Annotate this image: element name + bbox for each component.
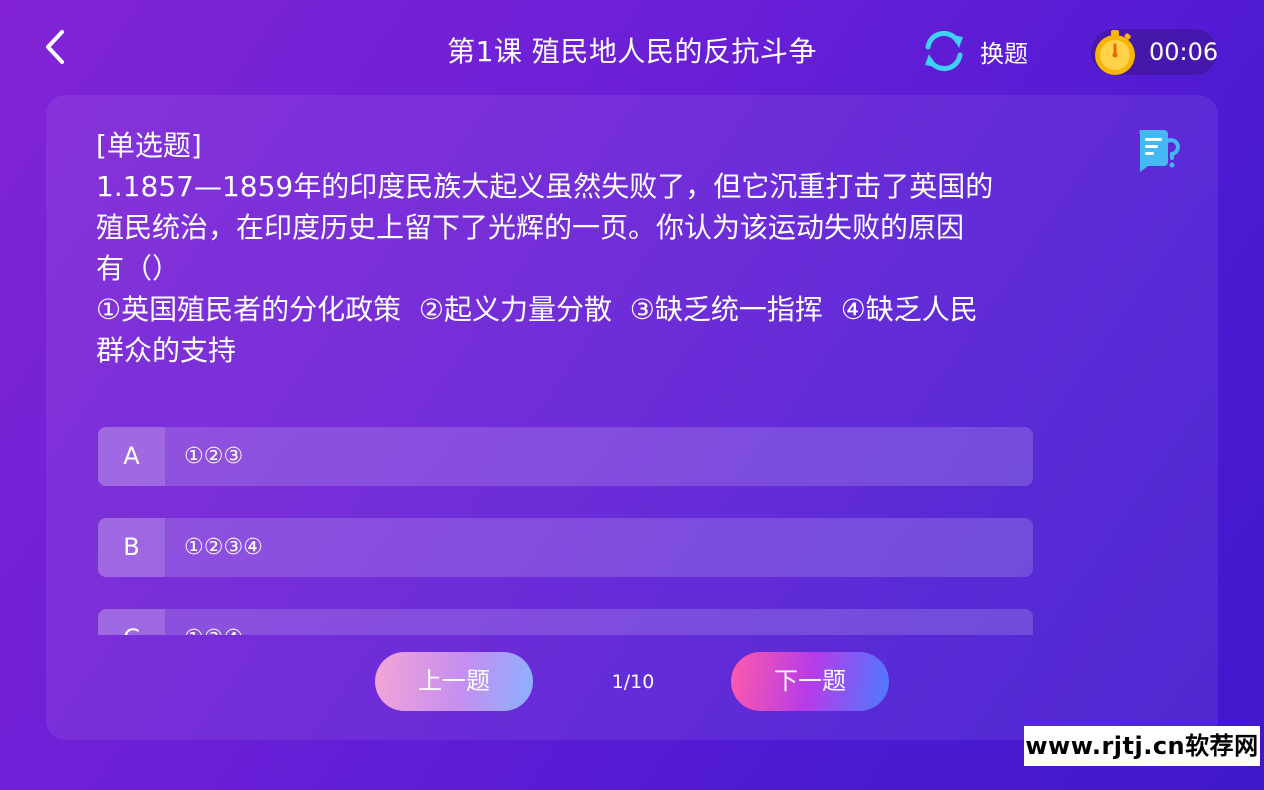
option-letter: C [98, 609, 165, 635]
answer-options: A ①②③ B ①②③④ C ①③④ [98, 427, 1033, 635]
question-document-icon[interactable] [1134, 126, 1182, 174]
question-stem-line: ①英国殖民者的分化政策 ②起义力量分散 ③缺乏统一指挥 ④缺乏人民 [96, 293, 978, 326]
timer-value: 00:06 [1149, 38, 1219, 66]
refresh-icon [925, 30, 963, 72]
question-stem-line: 殖民统治，在印度历史上留下了光辉的一页。你认为该运动失败的原因 [96, 211, 965, 244]
question-text: [单选题] 1.1857—1859年的印度民族大起义虽然失败了，但它沉重打击了英… [96, 125, 1136, 371]
next-question-button[interactable]: 下一题 [731, 652, 889, 711]
question-stem-line: 群众的支持 [96, 334, 237, 367]
previous-question-button[interactable]: 上一题 [375, 652, 533, 711]
page-title: 第1课 殖民地人民的反抗斗争 [447, 35, 817, 68]
page-indicator: 1/10 [611, 671, 655, 693]
stopwatch-icon [1091, 28, 1139, 76]
swap-question-label: 换题 [980, 39, 1028, 68]
question-type-label: [单选题] [96, 129, 202, 162]
option-text: ①③④ [184, 609, 243, 635]
option-text: ①②③ [184, 444, 244, 469]
question-stem-line: 有（） [96, 252, 181, 285]
top-bar: 第1课 殖民地人民的反抗斗争 换题 00:06 [0, 0, 1264, 100]
watermark: www.rjtj.cn软荐网 [1024, 726, 1260, 766]
question-card: [单选题] 1.1857—1859年的印度民族大起义虽然失败了，但它沉重打击了英… [46, 95, 1218, 740]
chevron-left-icon [46, 30, 64, 64]
option-letter: A [98, 427, 165, 486]
option-c[interactable]: C ①③④ [98, 609, 1033, 635]
timer: 00:06 [1091, 28, 1219, 76]
option-a[interactable]: A ①②③ [98, 427, 1033, 486]
back-button[interactable] [34, 26, 78, 70]
option-letter: B [98, 518, 165, 577]
question-stem-line: 1.1857—1859年的印度民族大起义虽然失败了，但它沉重打击了英国的 [96, 170, 994, 203]
option-text: ①②③④ [184, 535, 263, 560]
option-b[interactable]: B ①②③④ [98, 518, 1033, 577]
swap-question-button[interactable]: 换题 [918, 26, 1028, 76]
